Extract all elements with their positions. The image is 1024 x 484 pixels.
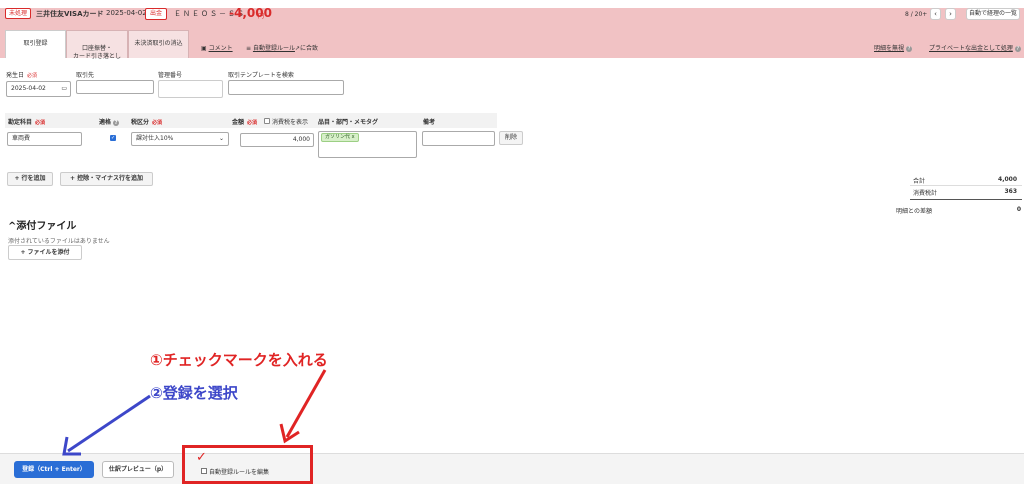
tab-unsettled[interactable]: 未決済取引の消込 (128, 30, 189, 58)
transaction-amount: -4,000 (229, 6, 272, 20)
template-label: 取引テンプレートを検索 (228, 72, 294, 79)
template-search-input[interactable] (228, 80, 344, 95)
amount-unit: 円 (258, 13, 265, 20)
annotation-step2: ②登録を選択 (150, 384, 238, 402)
prev-button[interactable]: ‹ (930, 8, 941, 20)
record-counter: 8 / 20+ (905, 11, 928, 18)
difference-label: 明細との差額 (896, 208, 932, 215)
total-label: 合計 (913, 178, 926, 185)
difference-value: 0 (1016, 206, 1021, 213)
date-input[interactable]: 2025-04-02 ▭ (6, 81, 71, 97)
private-link[interactable]: プライベートな出金として処理? (929, 43, 1021, 52)
carryover-header: 適格? (99, 119, 120, 126)
preview-button[interactable]: 仕訳プレビュー（p） (102, 461, 174, 478)
show-tax-checkbox[interactable] (264, 118, 270, 124)
total-value: 4,000 (998, 176, 1017, 183)
remarks-input[interactable] (422, 131, 495, 146)
highlight-box (182, 445, 313, 484)
delete-row-button[interactable]: 削除 (499, 131, 523, 145)
attachments-title[interactable]: ^添付ファイル (8, 217, 76, 232)
date-label: 発生日 必須 (6, 72, 38, 79)
account-header: 勘定科目 必須 (8, 119, 46, 126)
red-arrow (279, 369, 327, 444)
annotation-arrows (62, 369, 327, 456)
item-tag[interactable]: ガソリン代 x (321, 133, 359, 142)
account-input[interactable]: 車両費 (7, 132, 82, 146)
amount-input[interactable]: 4,000 (240, 133, 314, 147)
type-badge: 出金 (145, 8, 168, 20)
status-badge: 未処理 (5, 8, 32, 19)
tax-select[interactable]: 課対仕入10% ⌄ (131, 132, 229, 146)
rule-link[interactable]: 自動登録ルール (253, 45, 295, 52)
add-deduction-row-button[interactable]: + 控除・マイナス行を追加 (60, 172, 153, 186)
add-row-button[interactable]: + 行を追加 (7, 172, 53, 186)
tab-label: 取引登録 (23, 40, 48, 47)
management-input[interactable] (158, 80, 223, 98)
account-name: 三井住友VISAカード (36, 10, 104, 18)
rule-icon: ≡ (246, 45, 253, 52)
carryover-checkbox[interactable]: ✓ (110, 135, 116, 141)
list-button[interactable]: 自動で経理の一覧 (966, 8, 1020, 20)
tab-transfer[interactable]: 口座振替・ カード引き落とし (66, 30, 128, 60)
remarks-header: 備考 (423, 119, 436, 126)
annotation-step1: ①チェックマークを入れる (150, 351, 328, 369)
blue-arrow (62, 394, 151, 456)
tax-header: 税区分 必須 (131, 119, 163, 126)
comment-link[interactable]: ▣ コメント (201, 43, 233, 52)
add-file-button[interactable]: + ファイルを添付 (8, 245, 82, 260)
show-tax-label: 消費税を表示 (272, 119, 309, 126)
divider (910, 185, 1022, 186)
tab-register[interactable]: 取引登録 (5, 30, 66, 58)
tax-total-label: 消費税計 (913, 190, 938, 197)
rule-match-info: ≡ 自動登録ルール↗に合致 (246, 45, 318, 52)
header-date: 2025-04-02 (106, 9, 147, 17)
comment-icon: ▣ (201, 45, 209, 52)
partner-label: 取引先 (76, 72, 95, 79)
help-icon: ? (113, 119, 120, 126)
management-label: 管理番号 (158, 72, 183, 79)
ignore-link[interactable]: 明細を無視? (874, 43, 913, 52)
help-icon: ? (1014, 45, 1021, 52)
amount-header: 金額 必須 (232, 119, 258, 126)
attachments-empty-note: 添付されているファイルはありません (8, 238, 110, 245)
calendar-icon: ▭ (61, 85, 67, 92)
divider (910, 199, 1022, 200)
help-icon: ? (906, 45, 913, 52)
tab-label: 口座振替・ カード引き落とし (72, 45, 121, 60)
register-button[interactable]: 登録（Ctrl + Enter） (14, 461, 94, 478)
next-button[interactable]: › (945, 8, 956, 20)
partner-input[interactable] (76, 80, 154, 94)
chevron-down-icon: ⌄ (218, 135, 224, 142)
tab-label: 未決済取引の消込 (134, 40, 183, 47)
tax-total-value: 363 (1004, 188, 1017, 195)
items-header: 品目・部門・メモタグ (318, 119, 379, 126)
